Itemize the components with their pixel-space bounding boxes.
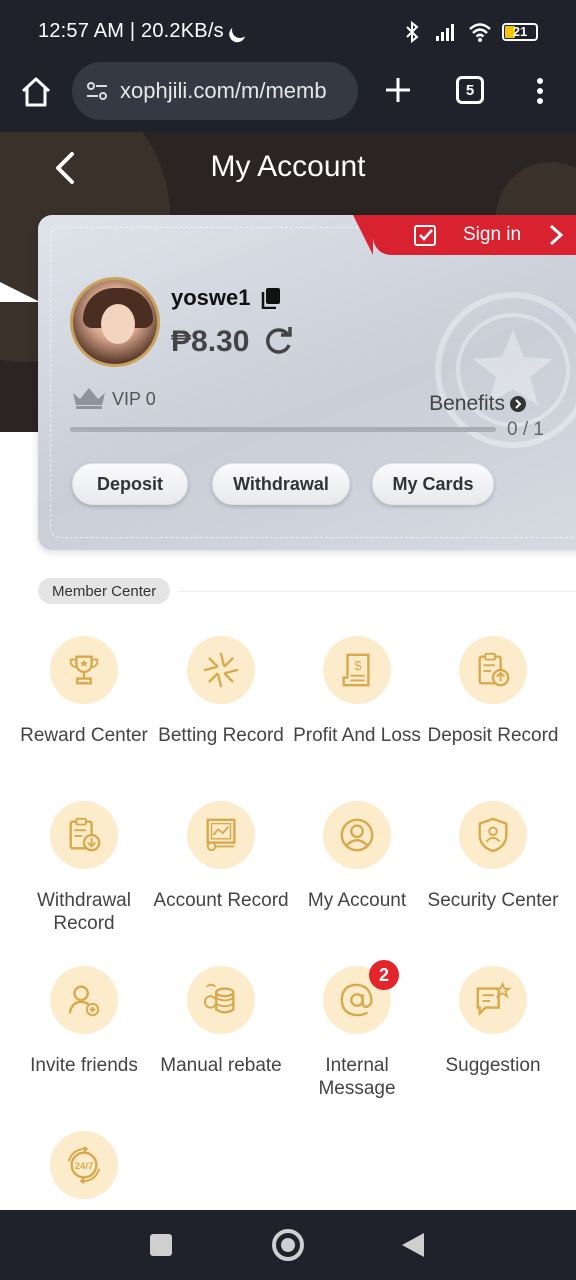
back-nav-icon[interactable] xyxy=(402,1233,424,1257)
menu-item-internal-message[interactable]: 2 Internal Message xyxy=(287,960,427,1100)
vip-progress-bar xyxy=(70,427,496,432)
menu-item-withdrawal-record[interactable]: Withdrawal Record xyxy=(14,801,154,935)
browser-toolbar: xophjili.com/m/memb 5 xyxy=(0,62,576,132)
clipboard-upload-icon xyxy=(459,636,527,704)
sign-in-button[interactable]: Sign in xyxy=(353,215,576,255)
wifi-icon xyxy=(469,23,491,42)
monitor-chart-icon xyxy=(187,801,255,869)
chevron-circle-right-icon xyxy=(510,396,526,412)
clipboard-download-icon xyxy=(50,801,118,869)
menu-item-manual-rebate[interactable]: Manual rebate xyxy=(151,966,291,1077)
coins-icon xyxy=(187,966,255,1034)
menu-item-support[interactable]: 24/7 xyxy=(14,1131,154,1199)
url-field[interactable]: xophjili.com/m/memb xyxy=(72,62,358,120)
menu-item-label: Internal Message xyxy=(318,1055,396,1099)
withdrawal-button[interactable]: Withdrawal xyxy=(212,463,350,505)
vip-level: VIP 0 xyxy=(112,389,156,409)
menu-item-label: Invite friends xyxy=(30,1055,138,1076)
username: yoswe1 xyxy=(171,285,251,310)
status-bar: 12:57 AM | 20.2KB/s 21 xyxy=(0,0,576,62)
recents-icon[interactable] xyxy=(150,1234,172,1256)
receipt-dollar-icon: $ xyxy=(323,636,391,704)
chat-star-icon xyxy=(459,966,527,1034)
menu-item-label: Manual rebate xyxy=(160,1055,282,1076)
url-text: xophjili.com/m/memb xyxy=(120,78,327,103)
balance-amount: ₱8.30 xyxy=(171,325,250,358)
more-menu-icon[interactable] xyxy=(534,76,546,106)
sign-in-label: Sign in xyxy=(463,224,522,245)
benefits-label: Benefits xyxy=(429,392,505,415)
section-divider xyxy=(178,591,576,592)
avatar[interactable] xyxy=(70,277,160,367)
site-settings-icon[interactable] xyxy=(84,78,110,104)
status-time: 12:57 AM | 20.2KB/s xyxy=(38,20,242,43)
notification-badge: 2 xyxy=(369,960,399,990)
new-tab-icon[interactable] xyxy=(384,76,412,104)
deposit-button[interactable]: Deposit xyxy=(72,463,188,505)
header-corner-shape xyxy=(0,282,40,302)
battery-level: 21 xyxy=(512,24,528,39)
user-add-icon xyxy=(50,966,118,1034)
page-title: My Account xyxy=(210,150,366,183)
calendar-check-icon xyxy=(414,225,436,246)
star-burst-icon xyxy=(187,636,255,704)
menu-item-label: Account Record xyxy=(153,890,289,911)
menu-item-label: Deposit Record xyxy=(427,725,559,746)
chevron-right-icon xyxy=(550,224,564,246)
status-icons: 21 xyxy=(400,20,538,44)
shield-user-icon xyxy=(459,801,527,869)
vip-progress-text: 0 / 1 xyxy=(507,419,544,440)
user-circle-icon xyxy=(323,801,391,869)
menu-item-suggestion[interactable]: Suggestion xyxy=(423,966,563,1077)
menu-item-deposit-record[interactable]: Deposit Record xyxy=(423,636,563,747)
account-card: Sign in yoswe1 ₱8.30 VIP 0 Benefits 0 / … xyxy=(38,215,576,550)
menu-item-label: Security Center xyxy=(427,890,559,911)
svg-text:24/7: 24/7 xyxy=(75,1161,94,1172)
member-center-heading: Member Center xyxy=(38,578,171,604)
menu-item-label: Suggestion xyxy=(445,1055,541,1076)
menu-item-profit-and-loss[interactable]: $ Profit And Loss xyxy=(287,636,427,747)
benefits-link[interactable]: Benefits xyxy=(429,392,526,416)
home-icon[interactable] xyxy=(18,74,54,110)
home-nav-icon[interactable] xyxy=(272,1229,304,1261)
moon-icon xyxy=(230,20,251,41)
menu-item-reward-center[interactable]: Reward Center xyxy=(14,636,154,747)
menu-item-security-center[interactable]: Security Center xyxy=(423,801,563,912)
trophy-icon xyxy=(50,636,118,704)
tabs-button[interactable]: 5 xyxy=(456,76,484,104)
menu-item-label: Betting Record xyxy=(158,725,284,746)
at-sign-icon: 2 xyxy=(323,960,399,1034)
svg-text:$: $ xyxy=(354,658,362,673)
menu-item-label: Reward Center xyxy=(20,725,148,746)
battery-icon: 21 xyxy=(502,23,538,41)
menu-item-label: Withdrawal Record xyxy=(37,890,131,934)
menu-item-label: Profit And Loss xyxy=(293,725,421,746)
menu-item-my-account[interactable]: My Account xyxy=(287,801,427,912)
menu-item-label: My Account xyxy=(307,890,407,911)
system-nav-bar xyxy=(0,1210,576,1280)
menu-item-betting-record[interactable]: Betting Record xyxy=(151,636,291,747)
menu-item-account-record[interactable]: Account Record xyxy=(151,801,291,912)
support-24-7-icon: 24/7 xyxy=(50,1131,118,1199)
bluetooth-icon xyxy=(406,20,419,44)
crown-icon xyxy=(73,388,105,409)
my-cards-button[interactable]: My Cards xyxy=(372,463,494,505)
copy-icon[interactable] xyxy=(260,287,282,309)
refresh-icon[interactable] xyxy=(264,326,294,356)
menu-item-invite-friends[interactable]: Invite friends xyxy=(14,966,154,1077)
signal-icon xyxy=(436,24,454,41)
